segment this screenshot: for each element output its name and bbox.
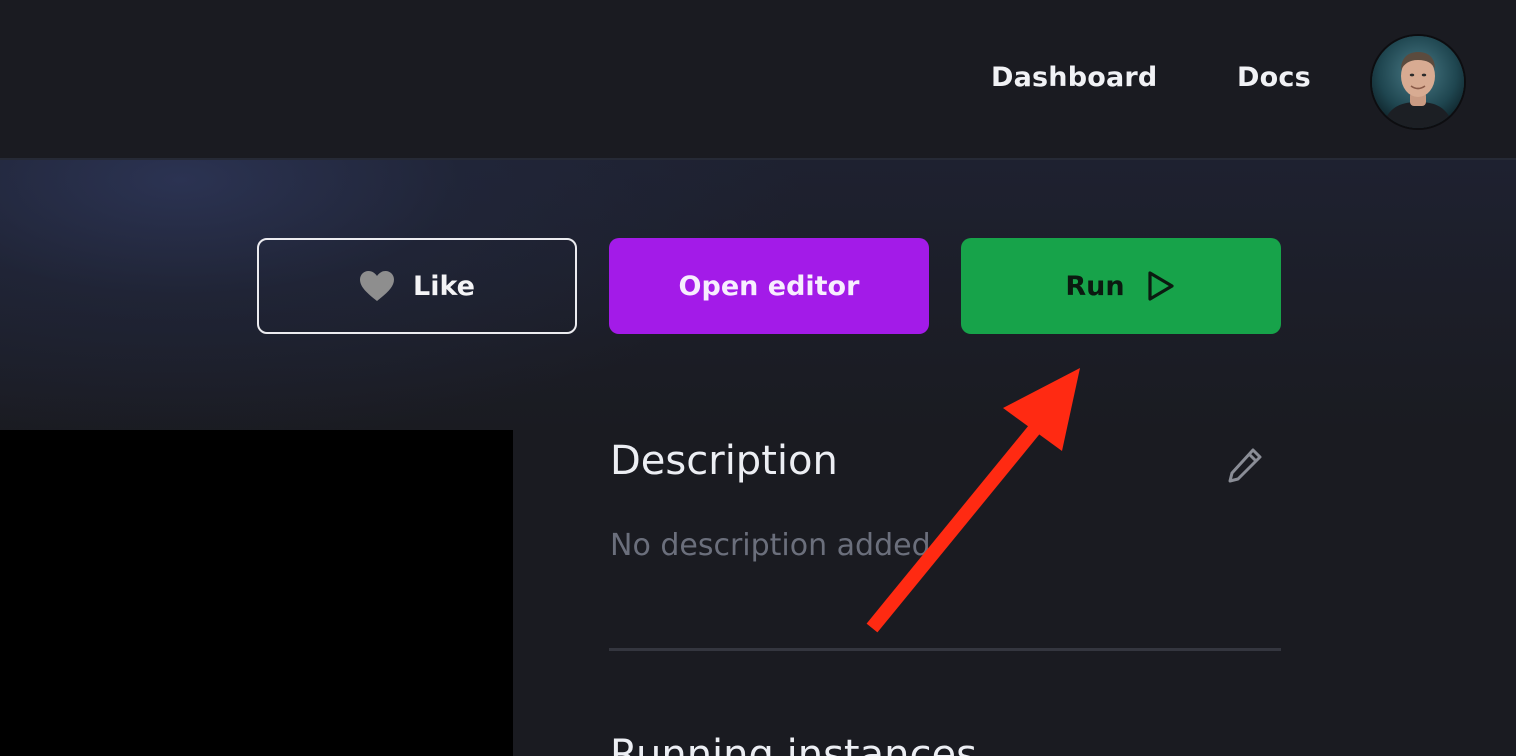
- avatar-portrait-icon: [1372, 36, 1464, 128]
- description-heading: Description: [610, 438, 838, 484]
- section-divider: [609, 648, 1281, 651]
- user-avatar[interactable]: [1370, 34, 1466, 130]
- nav-docs-link[interactable]: Docs: [1237, 58, 1311, 98]
- run-button[interactable]: Run: [961, 238, 1281, 334]
- like-button[interactable]: Like: [257, 238, 577, 334]
- run-label: Run: [1065, 270, 1125, 302]
- nav-dashboard-link[interactable]: Dashboard: [991, 58, 1157, 98]
- description-text: No description added: [610, 528, 931, 563]
- open-editor-label: Open editor: [678, 270, 860, 302]
- heart-icon: [359, 270, 395, 302]
- like-label: Like: [412, 270, 475, 302]
- preview-pane: [0, 430, 513, 756]
- page: Dashboard Docs Like Open editor Run Desc…: [0, 0, 1516, 756]
- running-instances-heading: Running instances: [610, 732, 977, 756]
- open-editor-button[interactable]: Open editor: [609, 238, 929, 334]
- top-nav-bar: Dashboard Docs: [0, 0, 1516, 160]
- play-icon: [1145, 269, 1177, 303]
- pencil-icon[interactable]: [1226, 446, 1264, 484]
